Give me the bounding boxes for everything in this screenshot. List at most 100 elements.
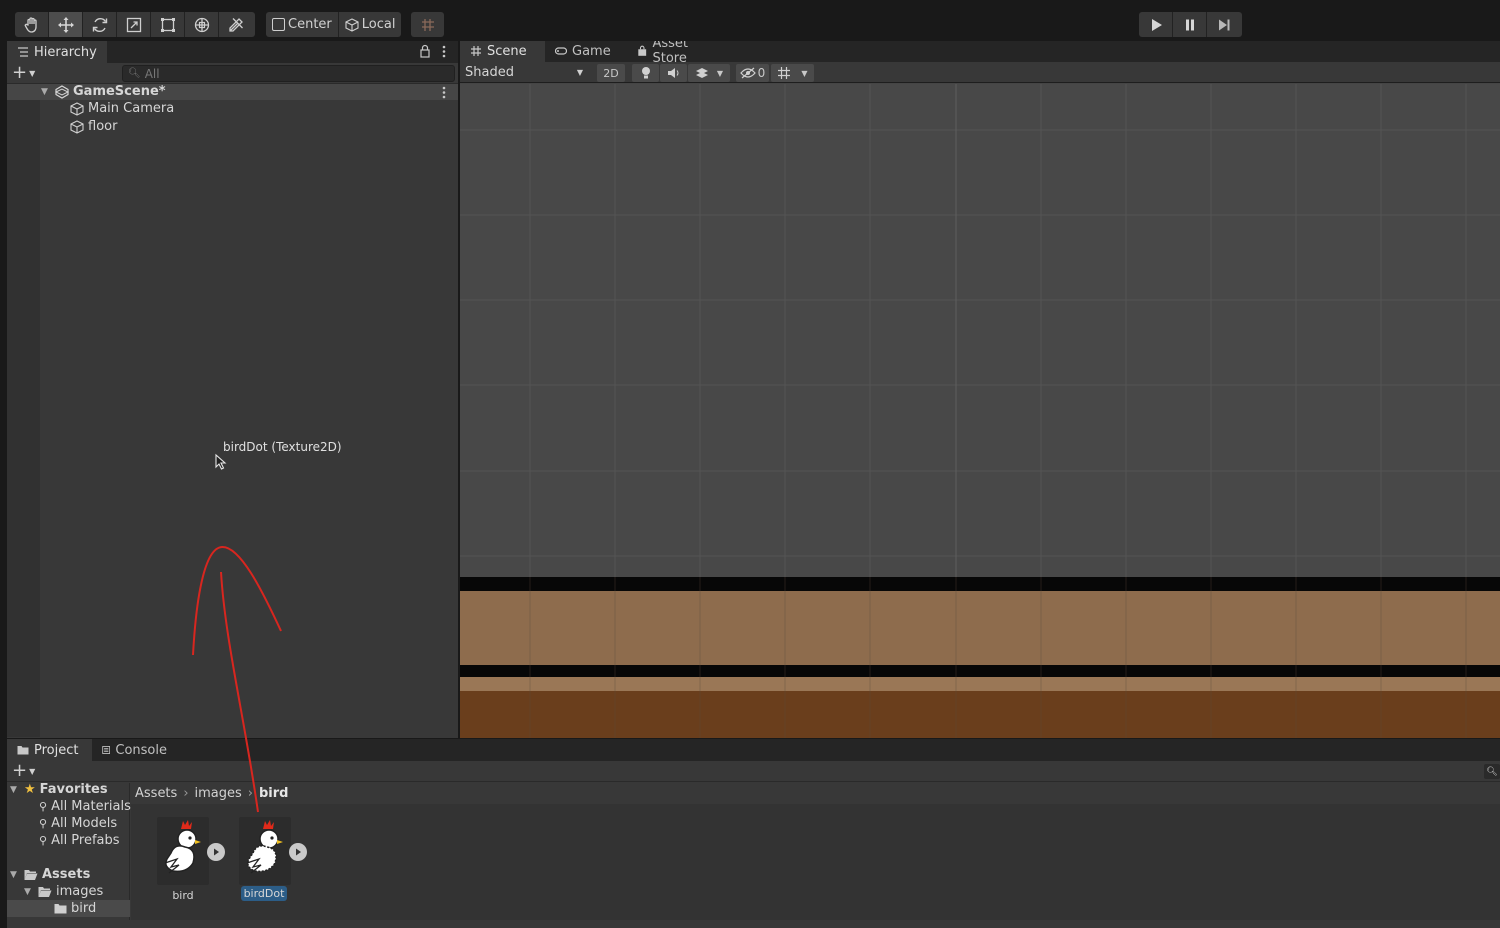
rect-tool-icon[interactable] [151, 12, 185, 37]
play-icon[interactable] [1139, 12, 1173, 37]
search-placeholder: All [144, 66, 160, 81]
grid-snap-icon[interactable] [411, 12, 444, 37]
chevron-down-icon: ▼ [576, 68, 583, 77]
search-icon: ⚲ [39, 834, 48, 847]
hidden-eye-icon [739, 67, 756, 79]
open-folder-icon [24, 869, 38, 880]
transform-tool-icon[interactable] [185, 12, 219, 37]
drag-cursor-icon [213, 453, 227, 475]
hierarchy-tab-label: Hierarchy [34, 44, 97, 60]
tab-label: Console [115, 742, 167, 758]
search-icon: 🔍︎ [128, 68, 141, 79]
breadcrumb-bird[interactable]: bird [259, 786, 288, 801]
custom-tool-icon[interactable] [219, 12, 253, 37]
pause-icon[interactable] [1173, 12, 1207, 37]
move-tool-icon[interactable] [49, 12, 83, 37]
chevron-down-icon: ▼ [716, 68, 724, 78]
chevron-down-icon: ▼ [801, 68, 808, 78]
scene-view-toolbar: Shaded ▼ 2D ▼ 0 ▼ [460, 62, 1500, 83]
tab-project[interactable]: Project [7, 739, 92, 761]
gameobject-cube-icon [70, 101, 84, 116]
tree-folder-images[interactable]: ▼ images [24, 883, 103, 900]
asset-bird-label[interactable]: bird [157, 889, 209, 902]
hierarchy-search-input[interactable]: 🔍︎ All [122, 65, 455, 82]
shading-mode-dropdown[interactable]: Shaded ▼ [460, 62, 588, 83]
expand-arrow-icon[interactable]: ▼ [10, 785, 20, 795]
step-icon[interactable] [1207, 12, 1241, 37]
hierarchy-gutter [7, 100, 40, 737]
plus-icon: + [12, 760, 28, 781]
folder-label: images [56, 884, 104, 899]
favorite-all-prefabs[interactable]: ⚲ All Prefabs [39, 832, 120, 849]
effects-dropdown[interactable]: ▼ [688, 64, 730, 82]
hierarchy-item-label: floor [88, 119, 118, 134]
audio-icon[interactable] [660, 64, 687, 82]
bird-sprite-icon [164, 820, 201, 874]
pivot-center-toggle[interactable]: Center [266, 12, 339, 37]
tree-favorites[interactable]: ▼ ★ Favorites [10, 781, 108, 798]
favorite-label: All Materials [51, 799, 131, 814]
tree-assets[interactable]: ▼ Assets [10, 866, 90, 883]
project-create-button[interactable]: + ▼ [12, 760, 35, 781]
hidden-count: 0 [757, 66, 766, 80]
tab-label: Scene [487, 43, 527, 59]
gizmos-dropdown[interactable]: ▼ [771, 64, 814, 82]
tab-console[interactable]: Console [92, 739, 177, 761]
asset-birddot-thumbnail[interactable] [239, 817, 291, 885]
asset-bird-play-icon[interactable] [207, 843, 225, 861]
hierarchy-item-label: Main Camera [88, 101, 175, 116]
toggle-2d-button[interactable]: 2D [597, 64, 625, 82]
scene-menu-icon[interactable] [441, 86, 447, 103]
hierarchy-toolbar: + ▼ 🔍︎ All [7, 63, 458, 84]
scene-viewport[interactable] [460, 84, 1500, 738]
create-dropdown-button[interactable]: + ▼ [12, 62, 35, 83]
tab-scene[interactable]: Scene [460, 41, 545, 62]
pivot-center-label: Center [288, 17, 332, 32]
assets-label: Assets [42, 867, 91, 882]
breadcrumb-assets[interactable]: Assets [135, 786, 177, 801]
favorites-label: Favorites [39, 782, 108, 797]
asset-bird-thumbnail[interactable] [157, 817, 209, 885]
hand-tool-icon[interactable] [15, 12, 49, 37]
search-icon: ⚲ [39, 817, 48, 830]
hierarchy-item-main-camera[interactable]: Main Camera [70, 100, 174, 117]
expand-arrow-icon[interactable]: ▼ [10, 870, 20, 880]
scene-name: GameScene* [73, 84, 166, 99]
search-icon: ⚲ [39, 800, 48, 813]
project-panel: Project Console + ▼ 🔍︎ ▼ ★ Favorites ⚲ A… [7, 739, 1500, 928]
scale-tool-icon[interactable] [117, 12, 151, 37]
tree-folder-bird[interactable]: bird [54, 900, 96, 917]
expand-arrow-icon[interactable]: ▼ [24, 887, 34, 897]
scene-header[interactable]: ▼ GameScene* [41, 83, 166, 100]
favorite-all-materials[interactable]: ⚲ All Materials [39, 798, 131, 815]
lighting-icon[interactable] [632, 64, 659, 82]
project-search-icon[interactable]: 🔍︎ [1484, 764, 1500, 779]
tab-asset-store[interactable]: Asset Store [627, 41, 727, 66]
hierarchy-item-floor[interactable]: floor [70, 118, 117, 135]
favorite-all-models[interactable]: ⚲ All Models [39, 815, 117, 832]
effects-icon [695, 68, 708, 78]
expand-arrow-icon[interactable]: ▼ [41, 87, 51, 97]
project-tree: ▼ ★ Favorites ⚲ All Materials ⚲ All Mode… [7, 781, 131, 920]
lock-icon[interactable] [419, 44, 431, 62]
pivot-local-toggle[interactable]: Local [339, 12, 402, 37]
hierarchy-list-icon [18, 47, 28, 57]
asset-birddot-label[interactable]: birdDot [241, 886, 287, 901]
plus-icon: + [12, 62, 28, 83]
asset-birddot-play-icon[interactable] [289, 843, 307, 861]
star-icon: ★ [24, 782, 36, 797]
scene-panel: Scene Game Asset Store Shaded ▼ 2D ▼ 0 ▼ [460, 41, 1500, 738]
grid-snap-group [411, 12, 444, 37]
hierarchy-tabbar: Hierarchy [7, 41, 458, 63]
breadcrumb-images[interactable]: images [195, 786, 242, 801]
rotate-tool-icon[interactable] [83, 12, 117, 37]
scene-visibility-toggle[interactable]: 0 [736, 64, 769, 82]
tab-hierarchy[interactable]: Hierarchy [7, 41, 107, 63]
tab-game[interactable]: Game [545, 41, 627, 62]
scene-tabbar: Scene Game Asset Store [460, 41, 1500, 66]
breadcrumb: Assets › images › bird [131, 783, 1500, 804]
hierarchy-menu-icon[interactable] [441, 45, 447, 62]
project-content: Assets › images › bird bird birdDot [131, 783, 1500, 920]
store-bag-icon [638, 45, 647, 56]
pivot-controls: Center Local [266, 12, 401, 37]
